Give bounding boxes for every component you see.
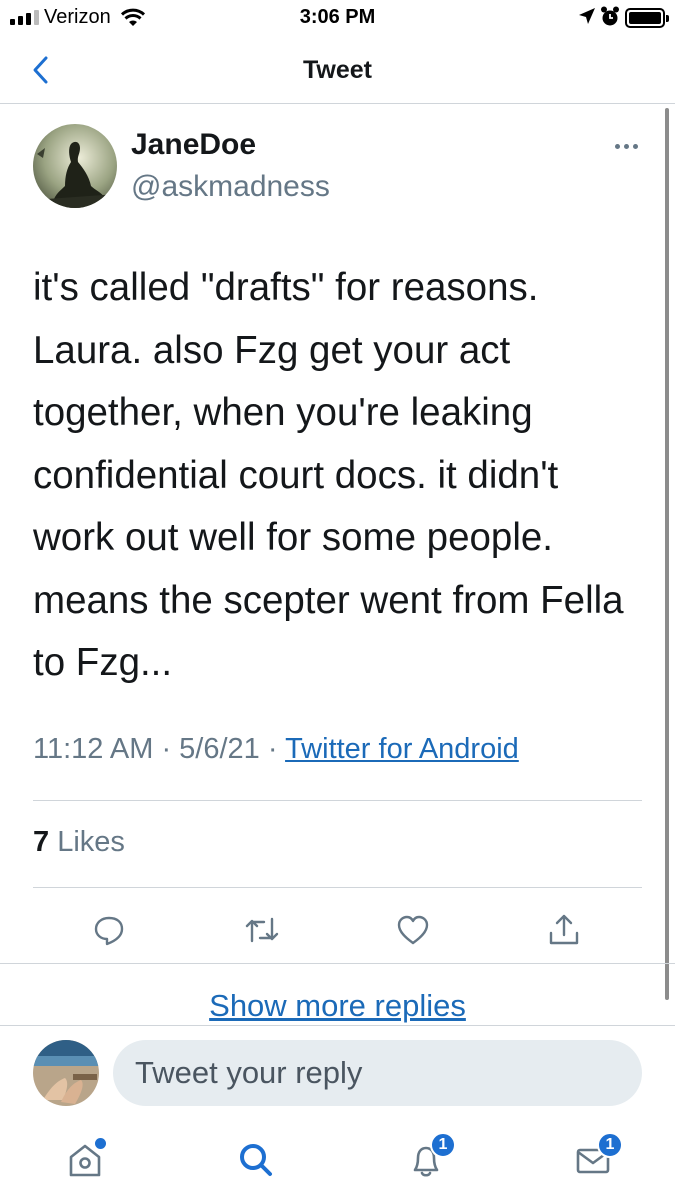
tab-notifications[interactable]: 1 bbox=[402, 1132, 456, 1184]
battery-icon bbox=[625, 8, 669, 28]
reply-icon bbox=[94, 916, 124, 946]
meta-separator: · bbox=[153, 733, 180, 765]
notifications-badge: 1 bbox=[430, 1132, 456, 1158]
tab-search[interactable] bbox=[232, 1136, 280, 1184]
alarm-clock-icon bbox=[600, 6, 620, 33]
tweet-meta: 11:12 AM · 5/6/21 · Twitter for Android bbox=[33, 733, 519, 766]
more-dot bbox=[623, 143, 629, 149]
home-new-indicator bbox=[95, 1138, 106, 1149]
search-icon bbox=[240, 1144, 272, 1176]
scrollbar[interactable] bbox=[665, 108, 669, 1000]
more-dot bbox=[614, 143, 620, 149]
tab-home[interactable] bbox=[61, 1136, 109, 1184]
author-handle[interactable]: @askmadness bbox=[131, 170, 330, 204]
tab-messages[interactable]: 1 bbox=[569, 1132, 623, 1184]
reply-button[interactable] bbox=[89, 910, 129, 950]
location-arrow-icon bbox=[578, 7, 596, 30]
divider bbox=[0, 963, 675, 964]
divider bbox=[33, 887, 642, 888]
messages-badge: 1 bbox=[597, 1132, 623, 1158]
share-icon bbox=[549, 914, 579, 945]
status-time: 3:06 PM bbox=[299, 6, 376, 28]
tweet-date: 5/6/21 bbox=[179, 733, 260, 765]
user-avatar[interactable] bbox=[33, 1040, 99, 1106]
share-button[interactable] bbox=[544, 910, 584, 950]
show-more-replies-link[interactable]: Show more replies bbox=[0, 988, 675, 1024]
heart-icon bbox=[397, 915, 429, 945]
meta-separator: · bbox=[259, 733, 286, 765]
author-display-name[interactable]: JaneDoe bbox=[131, 128, 256, 162]
author-avatar[interactable] bbox=[33, 124, 117, 208]
status-bar: Verizon 3:06 PM bbox=[0, 0, 675, 36]
tweet-time: 11:12 AM bbox=[33, 733, 154, 765]
likes-number: 7 bbox=[33, 826, 50, 858]
tweet-source-link[interactable]: Twitter for Android bbox=[285, 733, 519, 765]
nav-header: Tweet bbox=[0, 36, 675, 104]
divider bbox=[33, 800, 642, 801]
tweet-text: it's called "drafts" for reasons. Laura.… bbox=[33, 266, 624, 684]
likes-label: Likes bbox=[57, 826, 125, 858]
more-dot bbox=[632, 143, 638, 149]
retweet-icon bbox=[245, 917, 279, 943]
divider bbox=[0, 1025, 675, 1026]
page-title: Tweet bbox=[303, 56, 372, 84]
like-button[interactable] bbox=[393, 910, 433, 950]
more-options-button[interactable] bbox=[606, 136, 646, 156]
reply-input[interactable] bbox=[113, 1040, 642, 1106]
retweet-button[interactable] bbox=[242, 910, 282, 950]
likes-count[interactable]: 7 Likes bbox=[33, 826, 125, 859]
